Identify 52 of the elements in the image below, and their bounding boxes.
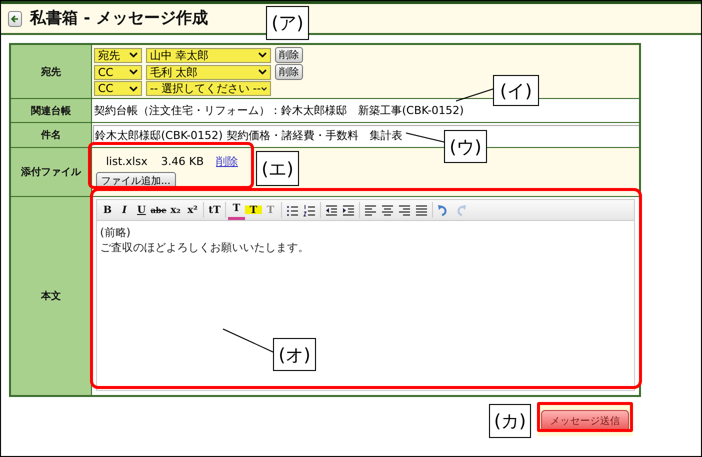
file-name: list.xlsx bbox=[106, 155, 148, 168]
caret-icon bbox=[258, 69, 267, 75]
body-text-line: ご査収のほどよろしくお願いいたします。 bbox=[100, 240, 310, 255]
callout-label: (ウ) bbox=[444, 130, 487, 163]
delete-button[interactable]: 削除 bbox=[275, 47, 303, 63]
strikethrough-button[interactable]: abe bbox=[150, 202, 167, 218]
bullet-list-icon[interactable] bbox=[286, 204, 299, 216]
field-label: 添付ファイル bbox=[11, 148, 91, 196]
caret-icon bbox=[129, 69, 138, 75]
page-title: 私書箱 - メッセージ作成 bbox=[30, 8, 208, 29]
leader-line bbox=[456, 88, 494, 102]
type-dropdown[interactable]: CC bbox=[94, 64, 142, 80]
field-label: 本文 bbox=[11, 197, 91, 395]
field-label: 宛先 bbox=[11, 45, 91, 98]
ledger-text: 契約台帳（注文住宅・リフォーム）：鈴木太郎様邸 新築工事(CBK-0152) bbox=[94, 103, 465, 118]
align-right-icon[interactable] bbox=[398, 204, 411, 216]
leader-line bbox=[222, 328, 274, 352]
font-size-button[interactable]: tT bbox=[206, 202, 223, 218]
caret-icon bbox=[258, 52, 267, 58]
caret-icon bbox=[260, 86, 267, 92]
italic-button[interactable]: I bbox=[116, 202, 133, 218]
field-label: 関連台帳 bbox=[11, 99, 91, 122]
type-dropdown[interactable]: 宛先 bbox=[94, 48, 142, 62]
back-button[interactable] bbox=[8, 10, 22, 26]
callout-label: (イ) bbox=[493, 75, 539, 106]
justify-icon[interactable] bbox=[415, 204, 428, 216]
delete-button[interactable]: 削除 bbox=[275, 64, 303, 80]
recipient-dropdown[interactable]: -- 選択してください -- bbox=[146, 81, 271, 96]
leader-line bbox=[406, 132, 444, 142]
indent-icon[interactable] bbox=[342, 204, 355, 216]
subscript-button[interactable]: x₂ bbox=[167, 202, 184, 218]
recipient-dropdown[interactable]: 毛利 太郎 bbox=[146, 64, 271, 80]
bold-button[interactable]: B bbox=[99, 202, 116, 218]
callout-label: (カ) bbox=[489, 404, 531, 438]
recipient-dropdown[interactable]: 山中 幸太郎 bbox=[146, 48, 271, 62]
body-text-line: (前略) bbox=[100, 225, 132, 240]
align-left-icon[interactable] bbox=[364, 204, 377, 216]
file-size: 3.46 KB bbox=[161, 155, 205, 168]
delete-link[interactable]: 削除 bbox=[216, 154, 238, 169]
numbered-list-icon[interactable] bbox=[303, 204, 316, 216]
caret-icon bbox=[129, 86, 138, 92]
back-arrow-icon bbox=[11, 14, 19, 22]
callout-label: (ア) bbox=[266, 6, 309, 40]
caret-icon bbox=[129, 52, 138, 58]
callout-label: (エ) bbox=[256, 151, 299, 186]
underline-button[interactable]: U bbox=[133, 202, 150, 218]
superscript-button[interactable]: x² bbox=[184, 202, 201, 218]
callout-label: (オ) bbox=[273, 338, 316, 371]
type-dropdown[interactable]: CC bbox=[94, 81, 142, 96]
field-label: 件名 bbox=[11, 123, 91, 147]
align-center-icon[interactable] bbox=[381, 204, 394, 216]
outdent-icon[interactable] bbox=[325, 204, 338, 216]
